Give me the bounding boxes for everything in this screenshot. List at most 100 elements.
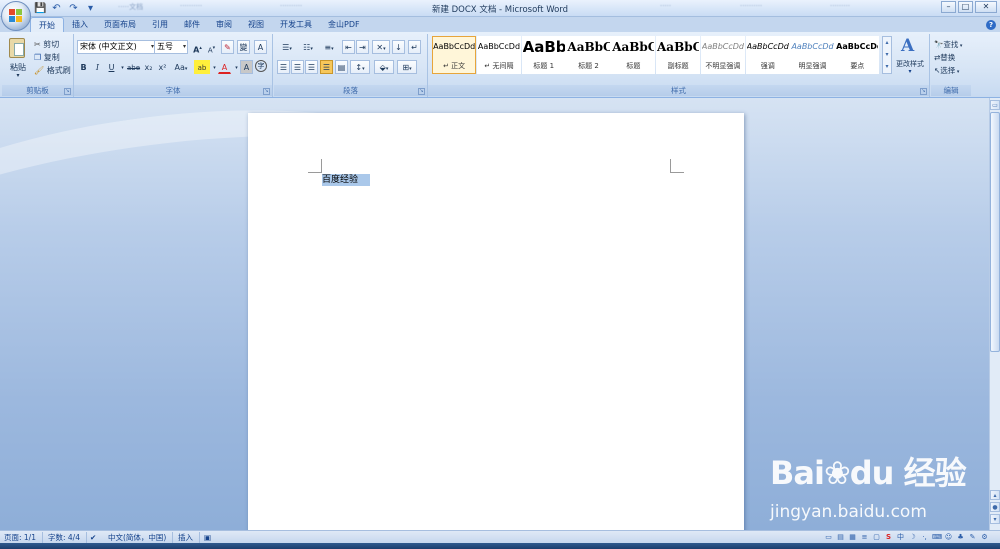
superscript-button[interactable]: x² — [156, 60, 169, 74]
tab-references[interactable]: 引用 — [144, 17, 176, 32]
clipboard-launcher-icon[interactable]: ↘ — [64, 88, 71, 95]
style-heading-1[interactable]: AaBb 标题 1 — [521, 36, 566, 74]
select-button[interactable]: ↖选择 ▾ — [934, 64, 959, 78]
align-left-button[interactable]: ☰ — [277, 60, 290, 74]
replace-button[interactable]: ⇄替换 — [934, 51, 955, 65]
style-subtitle[interactable]: AaBbC 副标题 — [655, 36, 701, 74]
scroll-thumb[interactable] — [990, 112, 1000, 352]
scroll-down-icon[interactable]: ▾ — [990, 514, 1000, 524]
cut-button[interactable]: ✂ 剪切 — [34, 38, 59, 52]
font-size-select[interactable]: 五号 ▾ — [154, 40, 188, 54]
browse-object-icon[interactable]: ● — [990, 502, 1000, 512]
italic-button[interactable]: I — [91, 60, 104, 74]
print-layout-icon[interactable]: ▭ — [824, 533, 833, 542]
enclose-characters-button[interactable]: 字 — [255, 60, 267, 72]
proofing-icon[interactable]: ✔ — [90, 532, 102, 543]
selected-text[interactable]: 百度经验 — [322, 174, 371, 186]
change-case-icon: Aa — [174, 63, 185, 72]
change-styles-button[interactable]: A 更改样式 ▾ — [894, 36, 926, 78]
align-right-button[interactable]: ☰ — [305, 60, 318, 74]
show-marks-button[interactable]: ↵ — [408, 40, 421, 54]
vertical-scrollbar[interactable]: ▭ ▴ ● ▾ — [989, 98, 1000, 530]
ime-settings-icon[interactable]: ⚙ — [980, 533, 989, 542]
clipboard-icon — [9, 38, 25, 58]
tab-page-layout[interactable]: 页面布局 — [96, 17, 144, 32]
maximize-button[interactable]: □ — [958, 1, 973, 13]
increase-indent-button[interactable]: ⇥ — [356, 40, 369, 54]
shading-button[interactable]: ⬙▾ — [374, 60, 394, 74]
office-button[interactable] — [1, 1, 31, 31]
scroll-up-icon[interactable]: ▴ — [990, 490, 1000, 500]
subscript-button[interactable]: x₂ — [142, 60, 155, 74]
tab-view[interactable]: 视图 — [240, 17, 272, 32]
paste-button[interactable]: 粘贴 ▾ — [6, 36, 30, 80]
copy-button[interactable]: ❐ 复制 — [34, 51, 60, 65]
clear-formatting-button[interactable]: ✎ — [221, 40, 234, 54]
style-title[interactable]: AaBbC 标题 — [611, 36, 656, 74]
paragraph-launcher-icon[interactable]: ↘ — [418, 88, 425, 95]
ime-chinese-icon[interactable]: 中 — [896, 533, 905, 542]
full-screen-reading-icon[interactable]: ▤ — [836, 533, 845, 542]
ime-keyboard-icon[interactable]: ⌨ — [932, 533, 942, 542]
style-sample: AaBbC — [567, 40, 610, 54]
borders-button[interactable]: ⊞▾ — [397, 60, 417, 74]
numbering-button[interactable]: ☷▾ — [298, 40, 318, 54]
character-shading-button[interactable]: A — [240, 60, 253, 74]
format-painter-button[interactable]: 🖌 格式刷 — [34, 64, 71, 78]
document-page[interactable]: 百度经验 — [248, 113, 744, 530]
word-count[interactable]: 字数: 4/4 — [48, 532, 87, 543]
grow-font-button[interactable]: A▴ — [191, 40, 204, 55]
decrease-indent-button[interactable]: ⇤ — [342, 40, 355, 54]
tab-mailings[interactable]: 邮件 — [176, 17, 208, 32]
macro-record-icon[interactable]: ▣ — [204, 532, 217, 543]
sogou-ime-icon[interactable]: S — [884, 533, 893, 542]
distributed-button[interactable]: ▤ — [335, 60, 348, 74]
style-emphasis[interactable]: AaBbCcDd 强调 — [745, 36, 790, 74]
phonetic-guide-button[interactable]: 變 — [237, 40, 250, 54]
tab-insert[interactable]: 插入 — [64, 17, 96, 32]
style-no-spacing[interactable]: AaBbCcDd ↵ 无间隔 — [476, 36, 522, 74]
styles-launcher-icon[interactable]: ↘ — [920, 88, 927, 95]
gallery-scroll[interactable]: ▴ ▾ ▾ — [882, 36, 892, 74]
justify-button[interactable]: ☰ — [320, 60, 333, 74]
find-button[interactable]: 🔭查找 ▾ — [934, 38, 962, 52]
web-layout-icon[interactable]: ▦ — [848, 533, 857, 542]
style-intense-emphasis[interactable]: AaBbCcDd 明显强调 — [790, 36, 835, 74]
style-heading-2[interactable]: AaBbC 标题 2 — [566, 36, 611, 74]
ime-moon-icon[interactable]: ☽ — [908, 533, 917, 542]
language-indicator[interactable]: 中文(简体，中国) — [108, 532, 174, 543]
bullets-button[interactable]: ☰▾ — [277, 40, 297, 54]
close-button[interactable]: ✕ — [975, 1, 997, 13]
line-spacing-button[interactable]: ↕▾ — [350, 60, 370, 74]
align-center-button[interactable]: ☰ — [291, 60, 304, 74]
paragraph-group: ☰▾ ☷▾ ≡▾ ⇤ ⇥ ✕▾ ↓ ↵ ☰ ☰ ☰ ☰ ▤ ↕▾ ⬙▾ ⊞▾ 段… — [274, 34, 428, 97]
style-strong[interactable]: AaBbCcDd 要点 — [835, 36, 880, 74]
multilevel-list-button[interactable]: ≡▾ — [319, 40, 339, 54]
ruler-toggle-icon[interactable]: ▭ — [990, 100, 1000, 110]
tab-home[interactable]: 开始 — [30, 17, 64, 32]
minimize-button[interactable]: – — [941, 1, 956, 13]
tab-review[interactable]: 审阅 — [208, 17, 240, 32]
font-name-select[interactable]: 宋体 (中文正文) ▾ — [77, 40, 156, 54]
character-border-button[interactable]: A — [254, 40, 267, 54]
insert-mode[interactable]: 插入 — [178, 532, 200, 543]
ime-skin-icon[interactable]: ♣ — [956, 533, 965, 542]
ime-tools-icon[interactable]: ✎ — [968, 533, 977, 542]
outline-view-icon[interactable]: ≡ — [860, 533, 869, 542]
ime-punctuation-icon[interactable]: ·, — [920, 533, 929, 542]
shrink-font-button[interactable]: A▾ — [205, 40, 218, 54]
font-launcher-icon[interactable]: ↘ — [263, 88, 270, 95]
page-count[interactable]: 页面: 1/1 — [4, 532, 43, 543]
tab-kingsoft-pdf[interactable]: 金山PDF — [320, 17, 368, 32]
sort-button[interactable]: ↓ — [392, 40, 405, 54]
change-case-button[interactable]: Aa▾ — [172, 60, 190, 74]
style-subtle-emphasis[interactable]: AaBbCcDd 不明显强调 — [700, 36, 746, 74]
chinese-layout-button[interactable]: ✕▾ — [372, 40, 390, 54]
strikethrough-button[interactable]: abe — [126, 60, 140, 74]
style-normal[interactable]: AaBbCcDd ↵ 正文 — [432, 36, 477, 74]
tab-developer[interactable]: 开发工具 — [272, 17, 320, 32]
bold-button[interactable]: B — [77, 60, 90, 74]
draft-view-icon[interactable]: ▢ — [872, 533, 881, 542]
ime-user-icon[interactable]: ☺ — [944, 533, 953, 542]
help-icon[interactable]: ? — [986, 20, 996, 30]
